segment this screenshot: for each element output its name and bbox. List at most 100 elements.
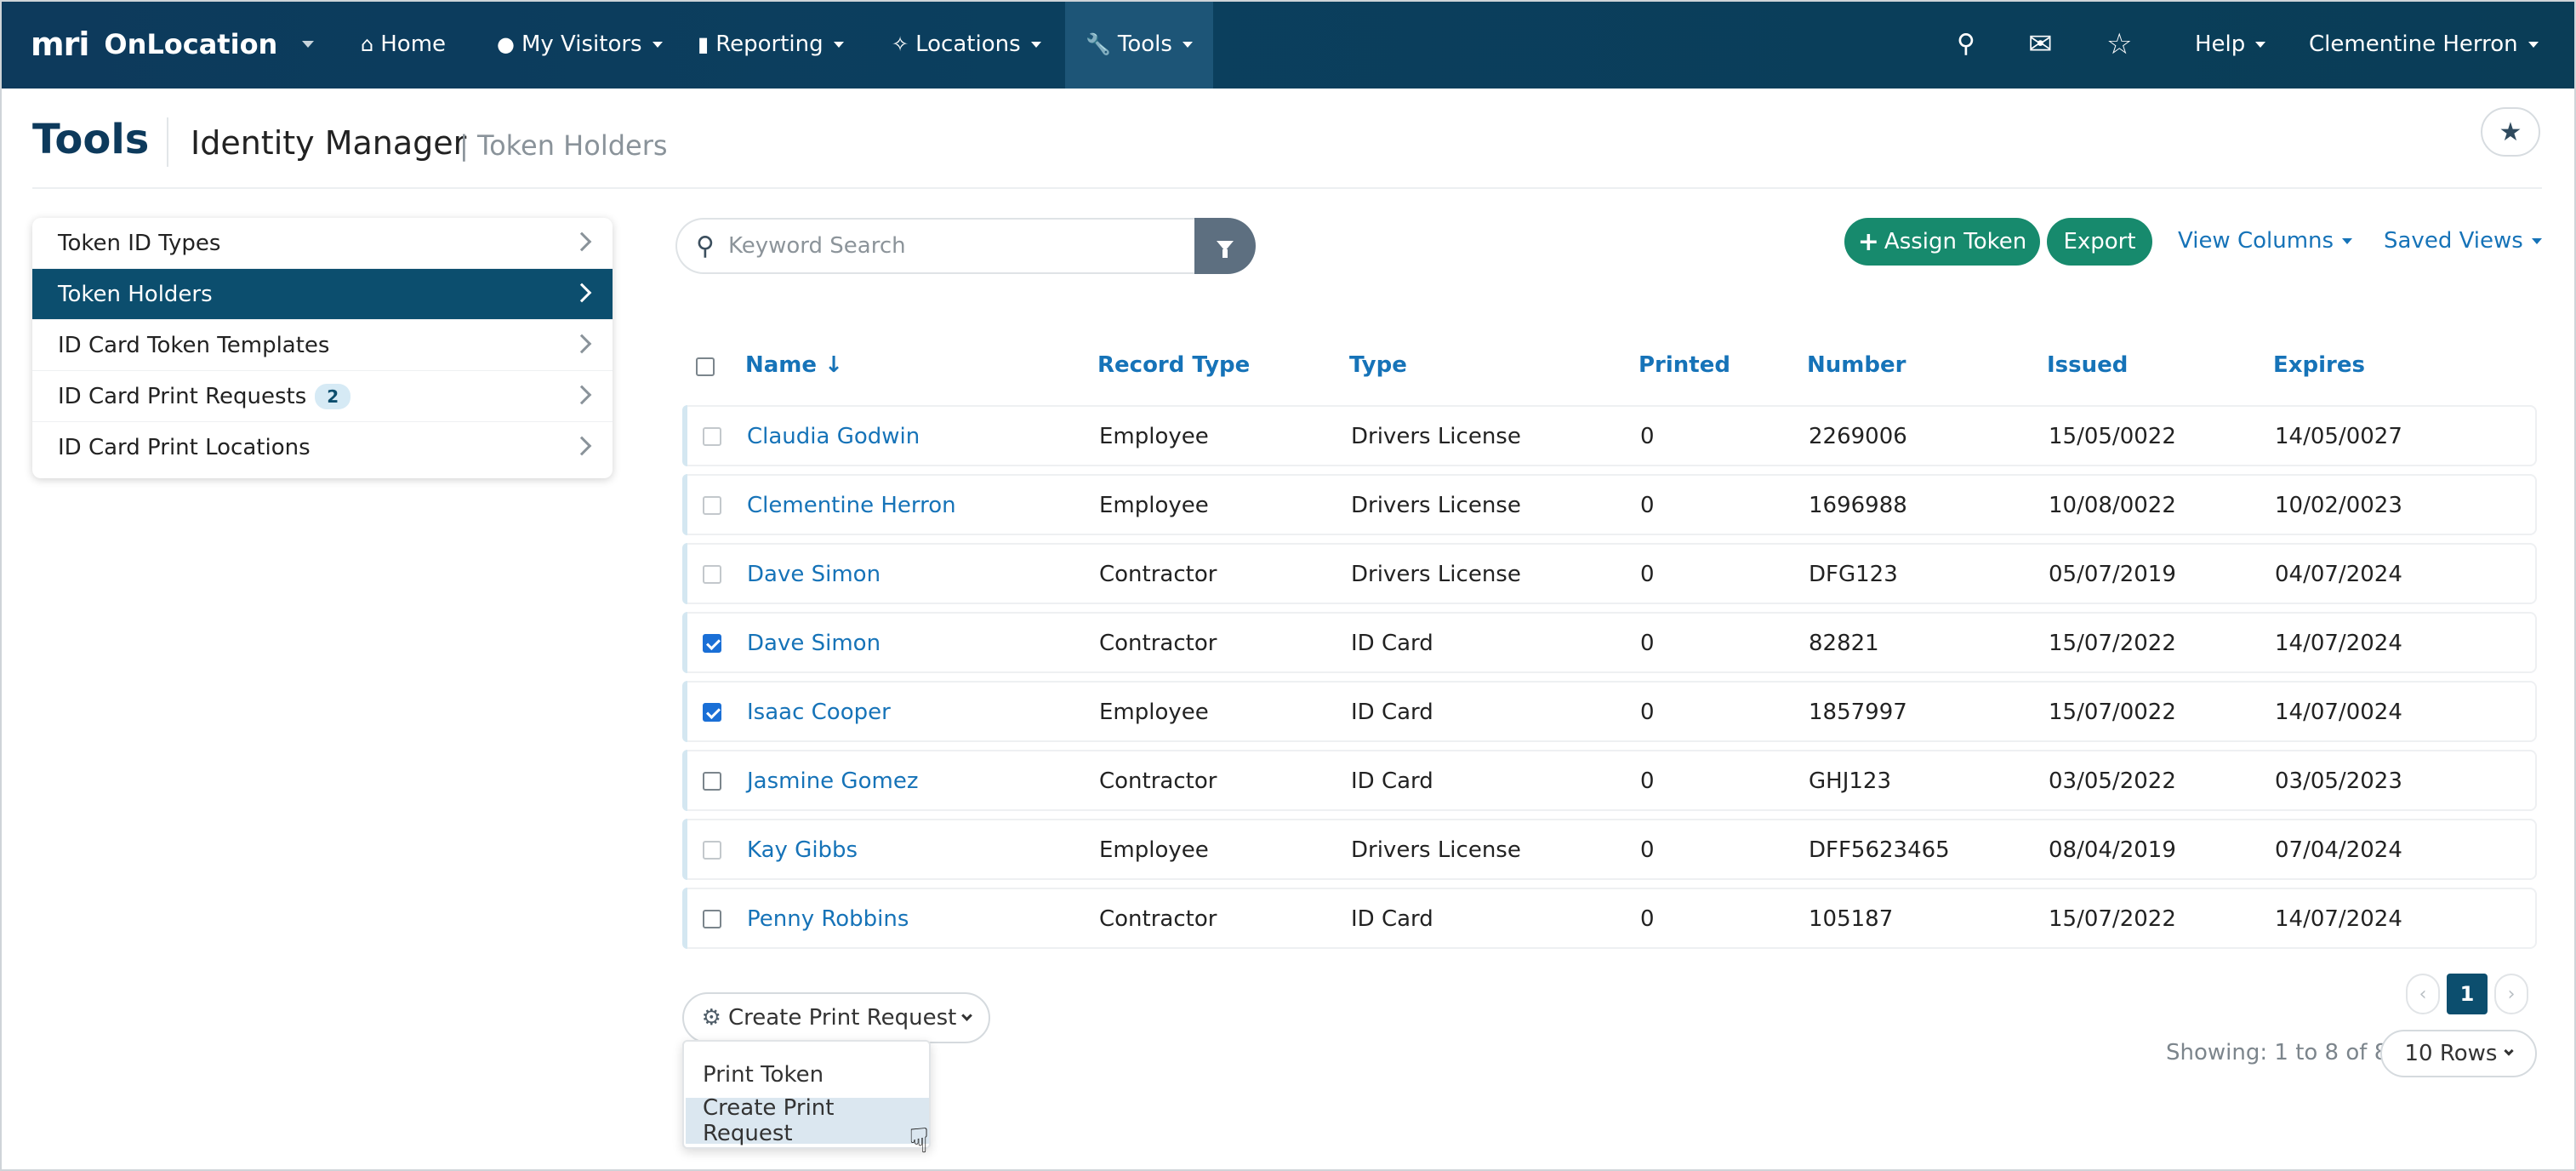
top-navbar: mri OnLocation ⌂ Home ● My Visitors ▮ Re… <box>0 0 2576 89</box>
favorite-button[interactable]: ★ <box>2481 107 2540 157</box>
brand-caret-icon[interactable] <box>302 41 314 48</box>
token-type: ID Card <box>1351 700 1433 725</box>
column-header-record-type[interactable]: Record Type <box>1097 352 1250 378</box>
column-header-issued[interactable]: Issued <box>2047 352 2128 378</box>
caret-down-icon <box>2531 237 2542 244</box>
chevron-down-icon <box>2528 41 2539 48</box>
menu-item-print-token[interactable]: Print Token <box>686 1052 929 1098</box>
page-subtitle: Identity Manager <box>191 124 467 162</box>
action-menu: Print Token Create Print Request <box>682 1040 931 1149</box>
token-holder-name[interactable]: Dave Simon <box>747 631 881 656</box>
nav-tools[interactable]: 🔧 Tools <box>1065 0 1213 89</box>
record-type: Contractor <box>1099 906 1217 932</box>
nav-tools-label: Tools <box>1117 31 1172 57</box>
nav-reporting[interactable]: ▮ Reporting <box>698 0 844 89</box>
token-holder-name[interactable]: Penny Robbins <box>747 906 909 932</box>
token-holder-name[interactable]: Kay Gibbs <box>747 837 858 863</box>
token-holder-name[interactable]: Isaac Cooper <box>747 700 891 725</box>
table-row[interactable]: Clementine Herron Employee Drivers Licen… <box>682 474 2537 535</box>
token-holder-name[interactable]: Clementine Herron <box>747 493 956 518</box>
chevron-right-icon <box>572 283 592 303</box>
filter-button[interactable] <box>1194 218 1256 274</box>
mail-icon[interactable]: ✉ <box>2028 27 2053 61</box>
chevron-right-icon <box>572 231 592 252</box>
current-page[interactable]: 1 <box>2447 974 2488 1014</box>
saved-views-dropdown[interactable]: Saved Views <box>2384 228 2542 254</box>
chevron-down-icon <box>1030 41 1041 48</box>
expires-date: 03/05/2023 <box>2275 768 2402 794</box>
menu-item-create-print-request[interactable]: Create Print Request <box>686 1095 929 1146</box>
sidebar-item-id-card-print-locations[interactable]: ID Card Print Locations <box>32 422 613 473</box>
table-row[interactable]: Jasmine Gomez Contractor ID Card 0 GHJ12… <box>682 750 2537 811</box>
record-type: Employee <box>1099 700 1209 725</box>
assign-token-button[interactable]: + Assign Token <box>1844 218 2040 266</box>
issued-date: 05/07/2019 <box>2049 562 2176 587</box>
sidebar-item-label: ID Card Token Templates <box>58 332 330 358</box>
table-row[interactable]: Isaac Cooper Employee ID Card 0 1857997 … <box>682 681 2537 742</box>
page-title: Tools <box>32 116 150 163</box>
column-header-printed[interactable]: Printed <box>1638 352 1730 378</box>
row-checkbox[interactable] <box>703 841 721 860</box>
column-header-expires[interactable]: Expires <box>2273 352 2365 378</box>
token-holder-name[interactable]: Dave Simon <box>747 562 881 587</box>
export-label: Export <box>2063 229 2136 254</box>
printed-count: 0 <box>1640 631 1655 656</box>
nav-locations[interactable]: ✧ Locations <box>892 0 1041 89</box>
row-checkbox[interactable] <box>703 703 721 722</box>
help-menu[interactable]: Help <box>2195 0 2266 89</box>
row-accent <box>682 819 687 880</box>
sidebar-item-id-card-token-templates[interactable]: ID Card Token Templates <box>32 320 613 371</box>
row-accent <box>682 612 687 673</box>
record-type: Contractor <box>1099 562 1217 587</box>
table-row[interactable]: Kay Gibbs Employee Drivers License 0 DFF… <box>682 819 2537 880</box>
sidebar-item-label: ID Card Print Locations <box>58 435 311 460</box>
token-type: ID Card <box>1351 768 1433 794</box>
nav-reporting-label: Reporting <box>715 31 824 57</box>
search-icon[interactable]: ⚲ <box>1957 29 1975 59</box>
assign-token-label: Assign Token <box>1884 229 2027 254</box>
column-header-number[interactable]: Number <box>1807 352 1906 378</box>
user-menu[interactable]: Clementine Herron <box>2309 0 2539 89</box>
expires-date: 14/05/0027 <box>2275 424 2402 449</box>
table-row[interactable]: Penny Robbins Contractor ID Card 0 10518… <box>682 888 2537 949</box>
row-accent <box>682 474 687 535</box>
token-type: ID Card <box>1351 631 1433 656</box>
create-print-request-dropdown[interactable]: ⚙ Create Print Request <box>682 992 990 1043</box>
chevron-down-icon <box>2504 1046 2515 1056</box>
table-row[interactable]: Dave Simon Contractor Drivers License 0 … <box>682 543 2537 604</box>
prev-page-button[interactable]: ‹ <box>2406 974 2440 1014</box>
sidebar-item-token-id-types[interactable]: Token ID Types <box>32 218 613 269</box>
nav-my-visitors[interactable]: ● My Visitors <box>497 0 663 89</box>
row-checkbox[interactable] <box>703 634 721 653</box>
sidebar-item-token-holders[interactable]: Token Holders <box>32 269 613 320</box>
column-header-name[interactable]: Name ↓ <box>745 352 843 378</box>
rows-per-page-dropdown[interactable]: 10 Rows <box>2380 1030 2537 1077</box>
row-checkbox[interactable] <box>703 496 721 515</box>
brand-logo[interactable]: mri OnLocation <box>31 26 277 63</box>
row-checkbox[interactable] <box>703 565 721 584</box>
search-input[interactable] <box>726 232 1169 260</box>
sidebar-item-id-card-print-requests[interactable]: ID Card Print Requests 2 <box>32 371 613 422</box>
token-type: ID Card <box>1351 906 1433 932</box>
next-page-button[interactable]: › <box>2494 974 2528 1014</box>
select-all-checkbox[interactable] <box>696 357 715 376</box>
nav-home[interactable]: ⌂ Home <box>361 0 446 89</box>
export-button[interactable]: Export <box>2047 218 2152 266</box>
column-header-type[interactable]: Type <box>1349 352 1407 378</box>
table-row[interactable]: Claudia Godwin Employee Drivers License … <box>682 405 2537 466</box>
token-number: DFG123 <box>1809 562 1898 587</box>
table-row[interactable]: Dave Simon Contractor ID Card 0 82821 15… <box>682 612 2537 673</box>
star-icon[interactable]: ☆ <box>2106 27 2132 61</box>
row-checkbox[interactable] <box>703 910 721 928</box>
issued-date: 15/05/0022 <box>2049 424 2176 449</box>
row-checkbox[interactable] <box>703 427 721 446</box>
view-columns-dropdown[interactable]: View Columns <box>2178 228 2353 254</box>
printed-count: 0 <box>1640 562 1655 587</box>
plus-icon: + <box>1857 226 1879 257</box>
row-accent <box>682 681 687 742</box>
row-checkbox[interactable] <box>703 772 721 791</box>
nav-home-label: Home <box>380 31 447 57</box>
token-holder-name[interactable]: Claudia Godwin <box>747 424 920 449</box>
issued-date: 15/07/2022 <box>2049 631 2176 656</box>
token-holder-name[interactable]: Jasmine Gomez <box>747 768 918 794</box>
